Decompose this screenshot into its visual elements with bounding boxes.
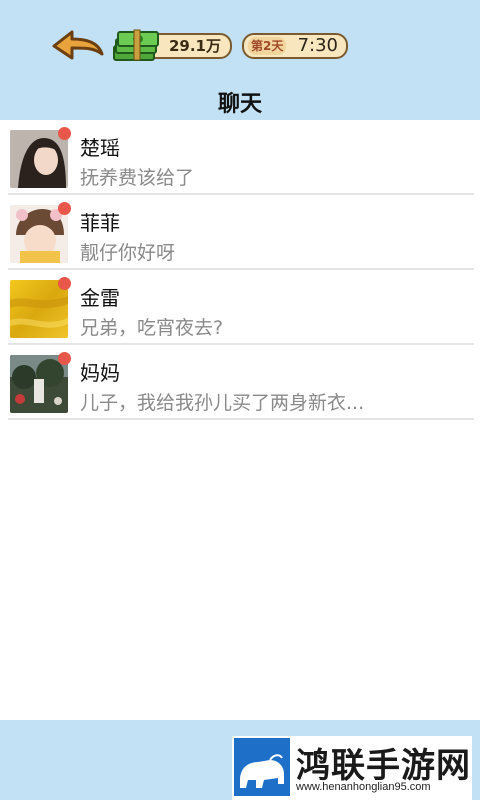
chat-item-chuyao[interactable]: 楚瑶 抚养费该给了 [8, 120, 474, 195]
top-bar: 29.1万 第2天 7:30 聊天 [0, 0, 480, 120]
chat-item-feifei[interactable]: 菲菲 靓仔你好呀 [8, 195, 474, 270]
avatar [10, 280, 68, 338]
day-time-display: 第2天 7:30 [242, 33, 348, 59]
watermark-title: 鸿联手游网 [296, 746, 471, 786]
unread-dot [58, 127, 71, 140]
watermark: 鸿联手游网 www.henanhonglian95.com [232, 736, 472, 800]
contact-name: 楚瑶 [80, 136, 120, 160]
contact-name: 菲菲 [80, 211, 120, 235]
chat-item-mama[interactable]: 妈妈 儿子，我给我孙儿买了两身新衣... [8, 345, 474, 420]
watermark-url: www.henanhonglian95.com [296, 781, 431, 793]
avatar [10, 130, 68, 188]
unread-dot [58, 277, 71, 290]
unread-dot [58, 202, 71, 215]
contact-name: 金雷 [80, 286, 120, 310]
chat-list: 楚瑶 抚养费该给了 菲菲 靓仔你好呀 金雷 兄弟，吃宵夜去? 妈妈 儿子，我给我… [0, 120, 480, 420]
back-arrow-icon [52, 30, 104, 60]
unread-dot [58, 352, 71, 365]
message-preview: 兄弟，吃宵夜去? [80, 317, 224, 339]
avatar [10, 205, 68, 263]
contact-name: 妈妈 [80, 361, 120, 385]
back-button[interactable] [50, 28, 106, 64]
page-title: 聊天 [217, 92, 262, 117]
bison-logo-icon [234, 738, 290, 796]
message-preview: 抚养费该给了 [80, 167, 195, 189]
day-label: 第2天 [248, 37, 287, 55]
chat-item-jinlei[interactable]: 金雷 兄弟，吃宵夜去? [8, 270, 474, 345]
clock-label: 7:30 [297, 35, 338, 56]
cash-icon [110, 26, 162, 66]
message-preview: 儿子，我给我孙儿买了两身新衣... [80, 392, 365, 414]
message-preview: 靓仔你好呀 [80, 242, 176, 264]
avatar [10, 355, 68, 413]
